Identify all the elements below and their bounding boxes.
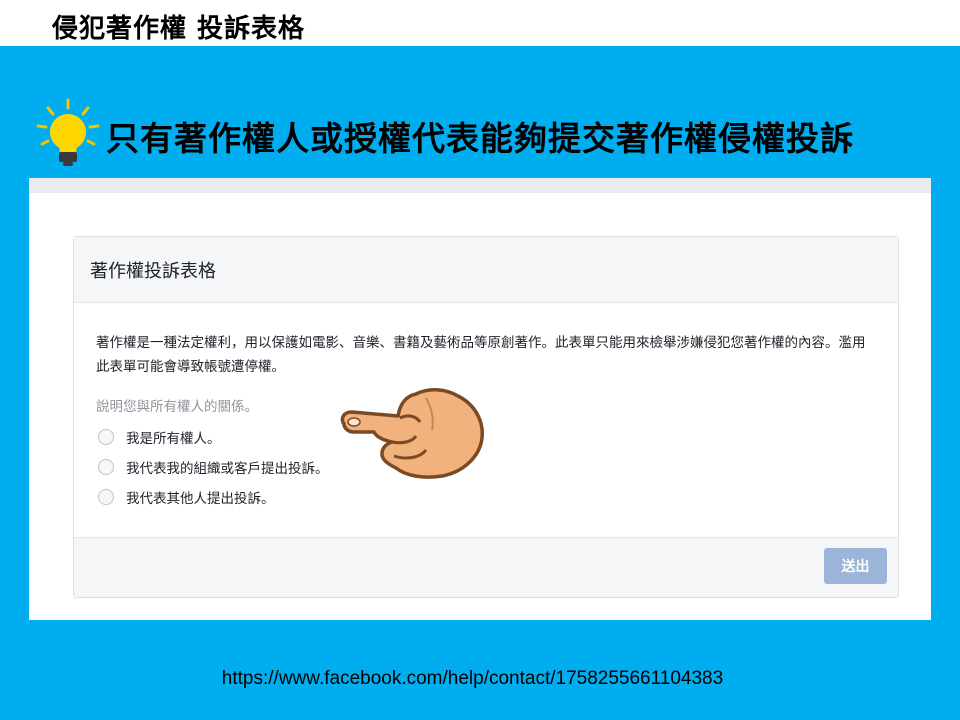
radio-icon[interactable] bbox=[98, 489, 114, 505]
option-organization[interactable]: 我代表我的組織或客戶提出投訴。 bbox=[98, 457, 329, 477]
radio-icon[interactable] bbox=[98, 459, 114, 475]
option-organization-label: 我代表我的組織或客戶提出投訴。 bbox=[126, 461, 329, 477]
form-title: 著作權投訴表格 bbox=[90, 261, 216, 282]
slide-title: 侵犯著作權 投訴表格 bbox=[52, 14, 306, 44]
option-owner-label: 我是所有權人。 bbox=[126, 431, 221, 447]
submit-button[interactable]: 送出 bbox=[824, 548, 887, 584]
card-footer: 送出 bbox=[74, 537, 898, 597]
option-other-person-label: 我代表其他人提出投訴。 bbox=[126, 491, 275, 507]
card-header: 著作權投訴表格 bbox=[74, 237, 898, 303]
source-url[interactable]: https://www.facebook.com/help/contact/17… bbox=[0, 668, 945, 690]
relationship-question: 說明您與所有權人的關係。 bbox=[96, 399, 258, 415]
lightbulb-icon bbox=[36, 98, 100, 166]
radio-icon[interactable] bbox=[98, 429, 114, 445]
headline: 只有著作權人或授權代表能夠提交著作權侵權投訴 bbox=[106, 119, 854, 158]
form-description: 著作權是一種法定權利，用以保護如電影、音樂、書籍及藝術品等原創著作。此表單只能用… bbox=[96, 335, 866, 375]
browser-top-bar bbox=[29, 178, 931, 193]
option-owner[interactable]: 我是所有權人。 bbox=[98, 427, 221, 447]
pointing-hand-icon bbox=[340, 388, 484, 479]
option-other-person[interactable]: 我代表其他人提出投訴。 bbox=[98, 487, 275, 507]
